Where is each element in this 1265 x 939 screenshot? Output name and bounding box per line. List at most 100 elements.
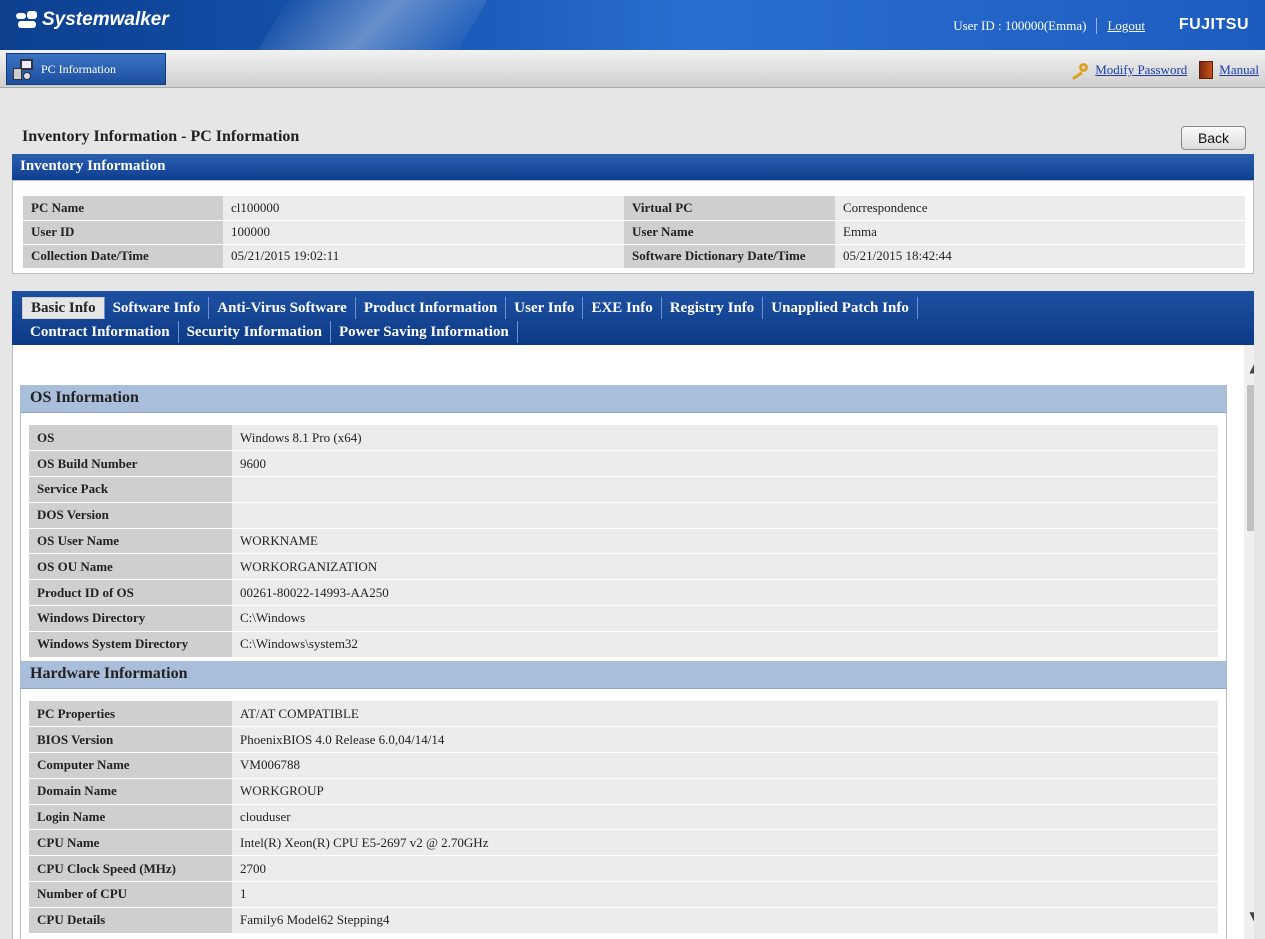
user-id-text: User ID : 100000(Emma) bbox=[953, 18, 1087, 33]
hardware-information-body: PC Properties AT/AT COMPATIBLE BIOS Versi… bbox=[20, 689, 1227, 939]
sub-header: PC Information Modify Password Manual bbox=[0, 50, 1265, 88]
table-row: OS Build Number 9600 bbox=[29, 450, 1218, 478]
table-row: CPU Clock Speed (MHz) 2700 bbox=[29, 855, 1218, 883]
table-row: Service Pack bbox=[29, 476, 1218, 503]
bios-version-value: PhoenixBIOS 4.0 Release 6.0,04/14/14 bbox=[232, 726, 1218, 754]
user-name-label: User Name bbox=[624, 220, 835, 245]
divider bbox=[1096, 18, 1098, 34]
tab-exe-info[interactable]: EXE Info bbox=[583, 297, 662, 319]
manual-book-icon bbox=[1199, 61, 1214, 79]
pc-information-tab[interactable]: PC Information bbox=[6, 53, 166, 85]
domain-name-label: Domain Name bbox=[29, 778, 232, 805]
tab-content: OS Information OS Windows 8.1 Pro (x64) O… bbox=[12, 345, 1254, 939]
service-pack-label: Service Pack bbox=[29, 476, 232, 503]
user-id-value: 100000 bbox=[223, 220, 624, 245]
tab-basic-info[interactable]: Basic Info bbox=[22, 297, 105, 319]
back-button[interactable]: Back bbox=[1181, 126, 1246, 150]
table-row: OS OU Name WORKORGANIZATION bbox=[29, 553, 1218, 581]
logout-link[interactable]: Logout bbox=[1107, 18, 1145, 34]
cpu-details-label: CPU Details bbox=[29, 907, 232, 934]
app-name: Systemwalker bbox=[42, 9, 169, 30]
service-pack-value bbox=[232, 476, 1218, 503]
table-row: Computer Name VM006788 bbox=[29, 752, 1218, 779]
modify-password-link[interactable]: Modify Password bbox=[1095, 62, 1187, 78]
tab-row-2: Contract Information Security Informatio… bbox=[22, 320, 1244, 344]
table-row: OS User Name WORKNAME bbox=[29, 528, 1218, 555]
table-row: DOS Version bbox=[29, 502, 1218, 529]
pc-properties-value: AT/AT COMPATIBLE bbox=[232, 701, 1218, 728]
cpu-clock-speed-label: CPU Clock Speed (MHz) bbox=[29, 855, 232, 883]
table-row: Login Name clouduser bbox=[29, 804, 1218, 831]
pc-information-label: PC Information bbox=[41, 61, 116, 76]
table-row: User ID 100000 User Name Emma bbox=[23, 220, 1245, 245]
tab-unapplied-patch-info[interactable]: Unapplied Patch Info bbox=[763, 297, 918, 319]
virtual-pc-label: Virtual PC bbox=[624, 196, 835, 221]
os-label: OS bbox=[29, 425, 232, 452]
tab-security-information[interactable]: Security Information bbox=[179, 321, 331, 343]
manual-link[interactable]: Manual bbox=[1219, 62, 1259, 78]
tab-registry-info[interactable]: Registry Info bbox=[662, 297, 764, 319]
collection-datetime-value: 05/21/2015 19:02:11 bbox=[223, 244, 624, 269]
tab-power-saving-information[interactable]: Power Saving Information bbox=[331, 321, 518, 343]
vertical-scrollbar[interactable]: ▲ ▼ bbox=[1244, 345, 1254, 939]
inventory-table: PC Name cl100000 Virtual PC Corresponden… bbox=[23, 196, 1245, 269]
inventory-information-panel: PC Name cl100000 Virtual PC Corresponden… bbox=[12, 180, 1254, 274]
user-info: User ID : 100000(Emma) Logout bbox=[953, 18, 1145, 34]
table-row: Collection Date/Time 05/21/2015 19:02:11… bbox=[23, 244, 1245, 269]
dictionary-datetime-label: Software Dictionary Date/Time bbox=[624, 244, 835, 269]
os-value: Windows 8.1 Pro (x64) bbox=[232, 425, 1218, 452]
dos-version-label: DOS Version bbox=[29, 502, 232, 529]
user-name-value: Emma bbox=[835, 220, 1245, 245]
user-id-label: User ID bbox=[23, 220, 223, 245]
table-row: BIOS Version PhoenixBIOS 4.0 Release 6.0,… bbox=[29, 726, 1218, 754]
sub-header-links: Modify Password Manual bbox=[1071, 61, 1259, 81]
computer-name-value: VM006788 bbox=[232, 752, 1218, 779]
dictionary-datetime-value: 05/21/2015 18:42:44 bbox=[835, 244, 1245, 269]
scroll-down-icon[interactable]: ▼ bbox=[1244, 905, 1254, 927]
cpu-clock-speed-value: 2700 bbox=[232, 855, 1218, 883]
os-ou-name-label: OS OU Name bbox=[29, 553, 232, 581]
domain-name-value: WORKGROUP bbox=[232, 778, 1218, 805]
tab-row-1: Basic Info Software Info Anti-Virus Soft… bbox=[22, 296, 1244, 320]
tab-user-info[interactable]: User Info bbox=[506, 297, 584, 319]
product-id-value: 00261-80022-14993-AA250 bbox=[232, 579, 1218, 607]
hardware-information-section: Hardware Information PC Properties AT/AT … bbox=[20, 661, 1227, 939]
number-of-cpu-label: Number of CPU bbox=[29, 881, 232, 908]
computer-name-label: Computer Name bbox=[29, 752, 232, 779]
tab-anti-virus-software[interactable]: Anti-Virus Software bbox=[209, 297, 356, 319]
tab-contract-information[interactable]: Contract Information bbox=[22, 321, 179, 343]
os-user-name-value: WORKNAME bbox=[232, 528, 1218, 555]
pc-properties-label: PC Properties bbox=[29, 701, 232, 728]
brand-logo: FUJITSU bbox=[1178, 16, 1249, 33]
login-name-value: clouduser bbox=[232, 804, 1218, 831]
os-build-number-label: OS Build Number bbox=[29, 450, 232, 478]
number-of-cpu-value: 1 bbox=[232, 881, 1218, 908]
table-row: PC Name cl100000 Virtual PC Corresponden… bbox=[23, 196, 1245, 221]
pc-icon bbox=[13, 58, 35, 80]
hardware-information-table: PC Properties AT/AT COMPATIBLE BIOS Versi… bbox=[29, 701, 1218, 934]
windows-system-directory-label: Windows System Directory bbox=[29, 631, 232, 658]
tab-product-information[interactable]: Product Information bbox=[356, 297, 507, 319]
table-row: Windows Directory C:\Windows bbox=[29, 605, 1218, 632]
table-row: OS Windows 8.1 Pro (x64) bbox=[29, 425, 1218, 452]
table-row: CPU Name Intel(R) Xeon(R) CPU E5-2697 v2 … bbox=[29, 829, 1218, 857]
login-name-label: Login Name bbox=[29, 804, 232, 831]
table-row: Product ID of OS 00261-80022-14993-AA250 bbox=[29, 579, 1218, 607]
windows-directory-value: C:\Windows bbox=[232, 605, 1218, 632]
pc-name-label: PC Name bbox=[23, 196, 223, 221]
os-information-section: OS Information OS Windows 8.1 Pro (x64) O… bbox=[20, 385, 1227, 671]
hardware-information-title: Hardware Information bbox=[20, 661, 1227, 689]
tab-software-info[interactable]: Software Info bbox=[105, 297, 210, 319]
scroll-up-icon[interactable]: ▲ bbox=[1244, 357, 1254, 379]
cpu-details-value: Family6 Model62 Stepping4 bbox=[232, 907, 1218, 934]
product-id-label: Product ID of OS bbox=[29, 579, 232, 607]
os-build-number-value: 9600 bbox=[232, 450, 1218, 478]
table-row: CPU Details Family6 Model62 Stepping4 bbox=[29, 907, 1218, 934]
page-title: Inventory Information - PC Information bbox=[22, 128, 300, 145]
scroll-thumb[interactable] bbox=[1247, 385, 1254, 531]
os-information-table: OS Windows 8.1 Pro (x64) OS Build Number 9… bbox=[29, 425, 1218, 658]
virtual-pc-value: Correspondence bbox=[835, 196, 1245, 221]
cpu-name-value: Intel(R) Xeon(R) CPU E5-2697 v2 @ 2.70GH… bbox=[232, 829, 1218, 857]
windows-system-directory-value: C:\Windows\system32 bbox=[232, 631, 1218, 658]
os-information-title: OS Information bbox=[20, 385, 1227, 413]
